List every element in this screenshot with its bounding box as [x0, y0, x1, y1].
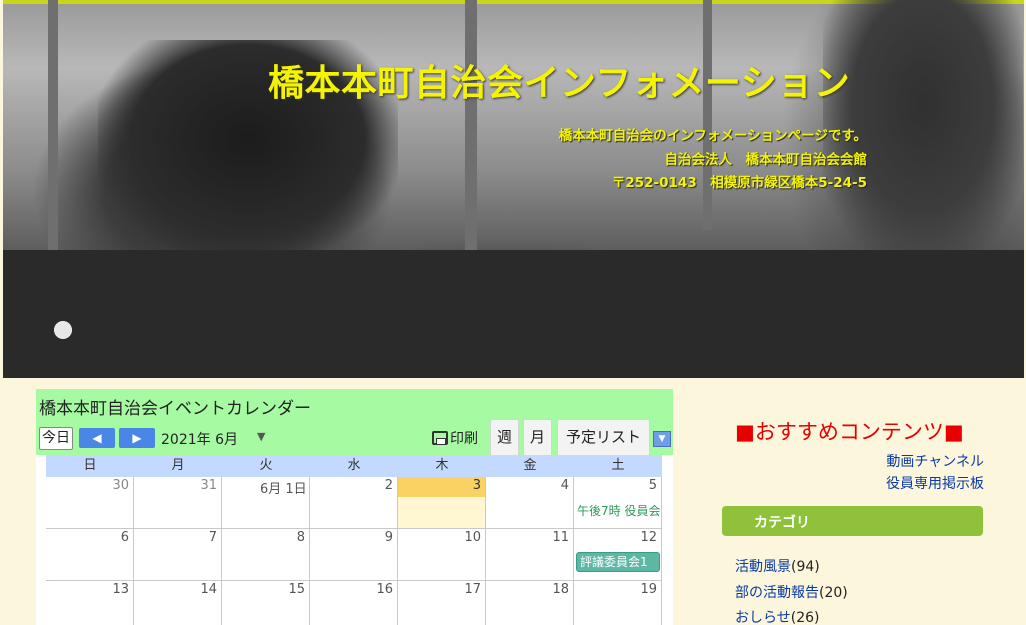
site-description: 橋本本町自治会のインフォメーションページです。	[558, 128, 867, 144]
today-button[interactable]: 今日	[39, 427, 73, 450]
day-number: 14	[200, 582, 217, 597]
category-item[interactable]: 活動風景(94)	[735, 556, 820, 576]
day-cell[interactable]: 12 評議委員会1	[574, 529, 662, 581]
category-link[interactable]: 部の活動報告	[735, 585, 819, 601]
weekday-label: 日	[83, 458, 97, 473]
day-number: 12	[640, 530, 657, 545]
calendar-title: 橋本本町自治会イベントカレンダー	[39, 399, 311, 419]
day-cell[interactable]: 17	[398, 581, 486, 625]
calendar-event[interactable]: 午後7時 役員会	[577, 502, 661, 519]
day-number: 13	[112, 582, 129, 597]
organization-name: 自治会法人 橋本本町自治会会館	[664, 152, 868, 168]
printer-icon	[432, 431, 448, 445]
category-count: (94)	[791, 559, 820, 575]
tab-week[interactable]: 週	[490, 419, 519, 455]
header-banner: 橋本本町自治会インフォメーション 橋本本町自治会のインフォメーションページです。…	[3, 0, 1024, 378]
day-number: 9	[384, 530, 393, 545]
video-channel-link[interactable]: 動画チャンネル	[886, 451, 984, 471]
site-title[interactable]: 橋本本町自治会インフォメーション	[268, 54, 850, 106]
chevron-right-icon: ▶	[132, 431, 142, 445]
next-month-button[interactable]: ▶	[119, 428, 155, 448]
calendar-header: 橋本本町自治会イベントカレンダー 今日 ◀ ▶ 2021年 6月 ▼ 印刷 週 …	[36, 389, 673, 455]
tab-month[interactable]: 月	[523, 419, 552, 455]
weekday-label: 土	[611, 458, 625, 473]
category-count: (20)	[819, 585, 848, 601]
weekday-label: 水	[347, 458, 361, 473]
day-number: 11	[552, 530, 569, 545]
day-number: 15	[288, 582, 305, 597]
category-header: カテゴリ	[722, 506, 983, 536]
calendar-event[interactable]: 評議委員会1	[576, 552, 660, 572]
day-cell[interactable]: 8	[222, 529, 310, 581]
day-cell[interactable]: 11	[486, 529, 574, 581]
day-cell[interactable]: 30	[46, 477, 134, 529]
chevron-down-icon[interactable]: ▼	[257, 430, 265, 443]
day-cell[interactable]: 18	[486, 581, 574, 625]
month-grid: 30 31 6月 1日 2 3 4 5 午後7時 役員会 6 7 8 9 10 …	[46, 477, 662, 625]
day-number: 30	[112, 478, 129, 493]
day-number: 3	[472, 478, 481, 493]
utility-pole	[465, 0, 477, 250]
event-calendar: 橋本本町自治会イベントカレンダー 今日 ◀ ▶ 2021年 6月 ▼ 印刷 週 …	[36, 389, 673, 625]
day-cell[interactable]: 9	[310, 529, 398, 581]
day-number: 2	[384, 478, 393, 493]
recommended-content-title: ■おすすめコンテンツ■	[735, 420, 964, 444]
day-number: 10	[464, 530, 481, 545]
day-cell[interactable]: 10	[398, 529, 486, 581]
day-number: 16	[376, 582, 393, 597]
tab-agenda-list[interactable]: 予定リスト	[557, 419, 650, 455]
day-cell[interactable]: 6	[46, 529, 134, 581]
day-number: 7	[208, 530, 217, 545]
day-number: 31	[200, 478, 217, 493]
day-cell-today[interactable]: 3	[398, 477, 486, 529]
day-cell[interactable]: 14	[134, 581, 222, 625]
day-number: 5	[648, 478, 657, 493]
day-cell[interactable]: 15	[222, 581, 310, 625]
utility-pole	[703, 0, 712, 230]
day-cell[interactable]: 2	[310, 477, 398, 529]
category-count: (26)	[790, 610, 820, 625]
day-cell[interactable]: 5 午後7時 役員会	[574, 477, 662, 529]
utility-pole	[48, 0, 58, 260]
day-number: 17	[464, 582, 481, 597]
day-cell[interactable]: 7	[134, 529, 222, 581]
weekday-header-row: 日 月 火 水 木 金 土	[46, 455, 662, 477]
category-header-label: カテゴリ	[754, 515, 810, 531]
category-link[interactable]: 活動風景	[735, 559, 791, 575]
day-number: 18	[552, 582, 569, 597]
festival-crowd	[3, 250, 1024, 378]
print-label: 印刷	[450, 431, 478, 447]
weekday-label: 金	[523, 458, 537, 473]
weekday-label: 月	[171, 458, 185, 473]
day-cell[interactable]: 16	[310, 581, 398, 625]
day-number: 6	[120, 530, 129, 545]
day-cell[interactable]: 19	[574, 581, 662, 625]
officer-board-link[interactable]: 役員専用掲示板	[886, 473, 984, 493]
day-cell[interactable]: 31	[134, 477, 222, 529]
prev-month-button[interactable]: ◀	[79, 428, 115, 448]
day-number: 8	[296, 530, 305, 545]
day-cell[interactable]: 13	[46, 581, 134, 625]
current-month-label[interactable]: 2021年 6月	[161, 429, 238, 449]
chevron-left-icon: ◀	[92, 431, 102, 445]
chevron-down-icon[interactable]: ▼	[653, 431, 671, 447]
category-item[interactable]: おしらせ(26)	[735, 607, 819, 625]
day-cell[interactable]: 6月 1日	[222, 477, 310, 529]
day-number: 6月 1日	[260, 482, 307, 497]
weekday-label: 木	[435, 458, 449, 473]
category-link[interactable]: おしらせ	[735, 610, 791, 625]
address: 〒252-0143 相模原市緑区橋本5-24-5	[611, 175, 867, 191]
category-item[interactable]: 部の活動報告(20)	[735, 582, 848, 602]
day-number: 19	[640, 582, 657, 597]
day-number: 4	[560, 478, 569, 493]
day-cell[interactable]: 4	[486, 477, 574, 529]
print-button[interactable]: 印刷	[432, 428, 478, 448]
weekday-label: 火	[259, 458, 273, 473]
